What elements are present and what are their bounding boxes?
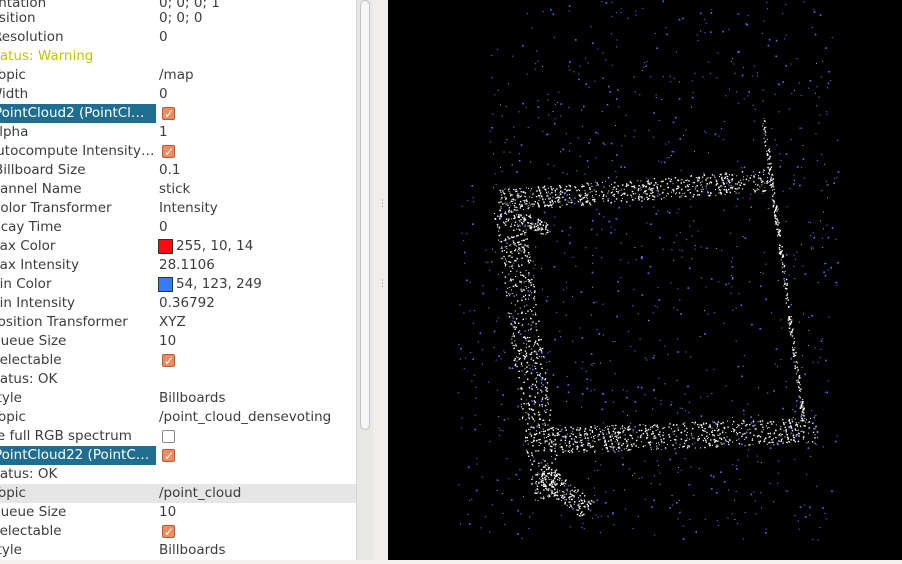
property-row-position-transformer[interactable]: Position Transformer XYZ [0,313,356,332]
status-label: Status: OK [0,466,58,482]
property-row-full-rgb[interactable]: Use full RGB spectrum [0,427,356,446]
property-label: Selectable [0,523,62,539]
property-value[interactable]: 0 [159,28,168,47]
property-row-topic[interactable]: Topic /map [0,66,356,85]
property-value[interactable]: /point_cloud_densevoting [159,408,331,427]
property-label: Position [0,10,36,26]
properties-scrollbar[interactable] [356,0,373,560]
selectable-checkbox[interactable] [162,523,175,542]
panel-splitter[interactable]: ⋮ ⋮ [373,0,388,560]
property-label: Topic [0,409,26,425]
property-row-min-intensity[interactable]: Min Intensity 0.36792 [0,294,356,313]
property-row-queue-size[interactable]: Queue Size 10 [0,503,356,522]
property-row-billboard-size[interactable]: Billboard Size 0.1 [0,161,356,180]
property-value[interactable]: XYZ [159,313,186,332]
property-row-max-color[interactable]: Max Color 255, 10, 14 [0,237,356,256]
display-label: PointCloud22 (PointC… [0,446,156,465]
status-ok-row[interactable]: Status: OK [0,465,356,484]
property-label: Style [0,542,22,558]
full-rgb-checkbox[interactable] [162,430,175,443]
property-row-min-color[interactable]: Min Color 54, 123, 249 [0,275,356,294]
property-row-channel-name[interactable]: Channel Name stick [0,180,356,199]
property-label: Selectable [0,352,62,368]
property-value[interactable]: 28.1106 [159,256,215,275]
status-warning-row[interactable]: Status: Warning [0,47,356,66]
enabled-checkbox[interactable] [162,105,175,124]
property-row-style[interactable]: Style Billboards [0,389,356,408]
property-value[interactable]: 0 [159,85,168,104]
property-label: Channel Name [0,181,82,197]
property-row-style[interactable]: Style Billboards [0,541,356,560]
status-ok-row[interactable]: Status: OK [0,370,356,389]
property-row-selectable[interactable]: Selectable [0,351,356,371]
property-row-decay-time[interactable]: Decay Time 0 [0,218,356,237]
point-cloud [458,0,840,541]
property-label: Color Transformer [0,200,112,216]
property-row-selectable[interactable]: Selectable [0,522,356,542]
property-label: Min Intensity [0,295,76,311]
property-value[interactable]: Billboards [159,389,226,408]
status-label: Status: OK [0,371,58,387]
property-label: Decay Time [0,219,62,235]
property-label: Width [0,86,29,102]
property-value[interactable]: /map [159,66,194,85]
property-label: Max Intensity [0,257,79,273]
property-row-position[interactable]: Position 0; 0; 0 [0,9,356,28]
splitter-grip-icon: ⋮ [378,279,387,289]
property-label: Queue Size [0,504,67,520]
property-label: Queue Size [0,333,67,349]
property-label: Max Color [0,238,56,254]
color-swatch[interactable] [158,239,173,254]
property-value[interactable]: stick [159,180,190,199]
display-pointcloud2[interactable]: PointCloud2 (PointCl… [0,104,356,124]
display-pointcloud22[interactable]: PointCloud22 (PointC… [0,446,356,466]
property-value[interactable]: 10 [159,503,176,522]
property-value[interactable]: 0 [159,218,168,237]
property-row-queue-size[interactable]: Queue Size 10 [0,332,356,351]
property-row-max-intensity[interactable]: Max Intensity 28.1106 [0,256,356,275]
property-label: Style [0,390,22,406]
property-value[interactable]: 0; 0; 0 [159,9,202,28]
property-label: Min Color [0,276,52,292]
property-value[interactable]: 1 [159,123,168,142]
property-label: Topic [0,67,26,83]
property-value[interactable]: 0.36792 [159,294,215,313]
property-label: Use full RGB spectrum [0,428,132,444]
property-row-topic[interactable]: Topic /point_cloud_densevoting [0,408,356,427]
properties-panel: Orientation 0; 0; 0; 1 Position 0; 0; 0 … [0,0,356,560]
property-value[interactable]: 10 [159,332,176,351]
selectable-checkbox[interactable] [162,352,175,371]
property-row-topic-selected[interactable]: Topic /point_cloud [0,484,356,503]
property-value[interactable]: 54, 123, 249 [176,275,262,294]
property-label: Resolution [0,29,64,45]
property-label: Alpha [0,124,29,140]
property-value[interactable]: /point_cloud [159,484,241,503]
property-value[interactable]: 255, 10, 14 [176,237,253,256]
autocompute-checkbox[interactable] [162,143,175,162]
color-swatch[interactable] [158,277,173,292]
property-value[interactable]: Billboards [159,541,226,560]
property-row-resolution[interactable]: Resolution 0 [0,28,356,47]
property-value[interactable]: Intensity [159,199,218,218]
property-label: Position Transformer [0,314,128,330]
property-label: Autocompute Intensity… [0,143,155,159]
property-row-alpha[interactable]: Alpha 1 [0,123,356,142]
splitter-grip-icon: ⋮ [378,199,387,209]
enabled-checkbox[interactable] [162,447,175,466]
property-label: Topic [0,485,26,501]
status-label: Status: Warning [0,48,94,64]
property-value[interactable]: 0.1 [159,161,180,180]
property-row-color-transformer[interactable]: Color Transformer Intensity [0,199,356,218]
property-row-autocompute-intensity[interactable]: Autocompute Intensity… [0,142,356,162]
3d-render-viewport[interactable] [388,0,902,560]
property-label: Billboard Size [0,162,86,178]
display-label: PointCloud2 (PointCl… [0,104,156,123]
property-row-width[interactable]: Width 0 [0,85,356,104]
scrollbar-thumb[interactable] [360,0,370,430]
